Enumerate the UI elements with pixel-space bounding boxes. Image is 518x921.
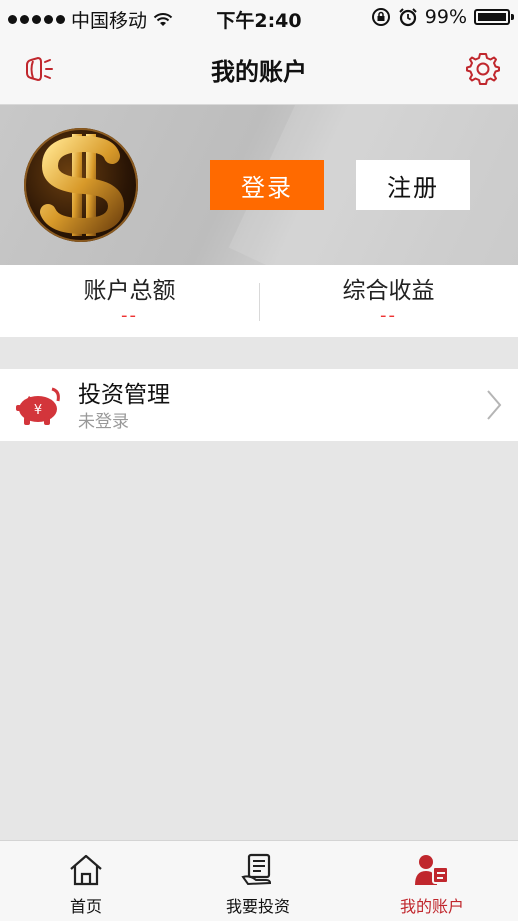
stat-value: -- xyxy=(121,305,138,326)
menu-item-title: 投资管理 xyxy=(78,382,170,408)
home-icon xyxy=(70,854,102,886)
login-button[interactable]: 登录 xyxy=(210,160,324,210)
tab-home[interactable]: 首页 xyxy=(0,841,172,921)
tab-label: 首页 xyxy=(69,897,102,916)
account-stats: 账户总额 -- 综合收益 -- xyxy=(0,265,518,337)
battery-icon xyxy=(474,9,514,25)
page-title: 我的账户 xyxy=(211,58,307,86)
account-header: 登录 注册 xyxy=(0,105,518,265)
stat-label: 账户总额 xyxy=(83,278,176,304)
svg-text:¥: ¥ xyxy=(34,403,42,418)
piggy-bank-icon: ¥ xyxy=(16,387,60,425)
tab-bar: 首页 我要投资 我的账户 xyxy=(0,840,518,921)
tab-invest[interactable]: 我要投资 xyxy=(172,841,344,921)
chevron-right-icon xyxy=(487,390,502,420)
tab-label: 我要投资 xyxy=(225,897,290,916)
menu-item-subtitle: 未登录 xyxy=(78,412,129,432)
nav-bar: 我的账户 xyxy=(0,36,518,105)
alarm-icon xyxy=(399,8,417,27)
gear-icon[interactable] xyxy=(464,50,502,88)
menu-item-investment-management[interactable]: ¥ 投资管理 未登录 xyxy=(0,369,518,441)
status-right: 99% xyxy=(371,6,514,28)
battery-fill xyxy=(478,13,506,21)
avatar[interactable] xyxy=(24,128,138,242)
stat-total-balance[interactable]: 账户总额 -- xyxy=(0,265,259,337)
stat-value: -- xyxy=(380,305,397,326)
status-bar: 中国移动 下午2:40 99% xyxy=(0,0,518,36)
battery-percent: 99% xyxy=(424,6,467,28)
tab-label: 我的账户 xyxy=(399,897,464,916)
rotation-lock-icon xyxy=(371,8,390,26)
stat-total-earnings[interactable]: 综合收益 -- xyxy=(259,265,518,337)
dollar-sign-icon xyxy=(40,134,125,236)
tab-my-account[interactable]: 我的账户 xyxy=(346,841,518,921)
register-button[interactable]: 注册 xyxy=(356,160,470,210)
account-icon xyxy=(415,855,449,885)
invest-icon xyxy=(241,853,272,886)
stat-label: 综合收益 xyxy=(342,278,435,304)
